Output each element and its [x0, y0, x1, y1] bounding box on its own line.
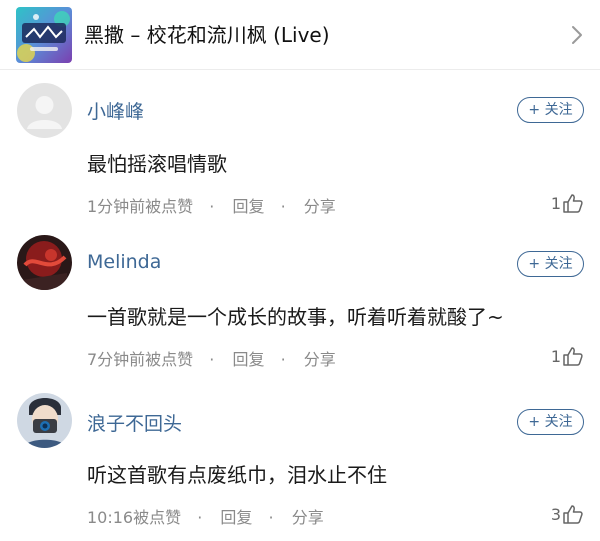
- reply-button[interactable]: 回复: [232, 197, 264, 216]
- comment-text: 听这首歌有点废纸巾，泪水止不住: [87, 463, 387, 487]
- like-button[interactable]: 1: [551, 345, 584, 367]
- chevron-right-icon[interactable]: [568, 24, 586, 46]
- separator: ·: [280, 350, 286, 369]
- liked-time: 7分钟前被点赞: [87, 350, 194, 369]
- like-button[interactable]: 1: [551, 192, 584, 214]
- like-count: 1: [550, 193, 561, 213]
- separator: ·: [197, 508, 203, 527]
- separator: ·: [209, 350, 215, 369]
- like-count: 1: [550, 346, 561, 366]
- username[interactable]: Melinda: [87, 251, 161, 273]
- separator: ·: [268, 508, 274, 527]
- follow-button[interactable]: + 关注: [517, 97, 584, 123]
- thumbs-up-icon: [563, 505, 583, 524]
- thumbs-up-icon: [563, 347, 583, 366]
- liked-time: 1分钟前被点赞: [87, 197, 194, 216]
- like-count: 3: [550, 504, 561, 524]
- song-header[interactable]: 黑撒 – 校花和流川枫 (Live): [0, 0, 600, 70]
- username[interactable]: 小峰峰: [87, 97, 144, 124]
- username[interactable]: 浪子不回头: [87, 409, 182, 436]
- album-cover-image[interactable]: [16, 7, 72, 63]
- comment-item: Melinda + 关注 一首歌就是一个成长的故事，听着听着就酸了~ 7分钟前被…: [0, 235, 600, 385]
- comment-text: 最怕摇滚唱情歌: [87, 152, 227, 176]
- user-avatar[interactable]: [17, 235, 72, 290]
- comment-text: 一首歌就是一个成长的故事，听着听着就酸了~: [87, 305, 504, 329]
- comment-meta: 7分钟前被点赞 · 回复 · 分享: [87, 346, 336, 370]
- follow-button[interactable]: + 关注: [517, 251, 584, 277]
- like-button[interactable]: 3: [551, 503, 584, 525]
- comment-item: 小峰峰 + 关注 最怕摇滚唱情歌 1分钟前被点赞 · 回复 · 分享 1: [0, 82, 600, 232]
- liked-time: 10:16被点赞: [87, 508, 182, 527]
- share-button[interactable]: 分享: [292, 508, 324, 527]
- comment-meta: 1分钟前被点赞 · 回复 · 分享: [87, 193, 336, 217]
- comment-meta: 10:16被点赞 · 回复 · 分享: [87, 504, 324, 528]
- reply-button[interactable]: 回复: [220, 508, 252, 527]
- separator: ·: [209, 197, 215, 216]
- follow-button[interactable]: + 关注: [517, 409, 584, 435]
- user-avatar[interactable]: [17, 83, 72, 138]
- comment-item: 浪子不回头 + 关注 听这首歌有点废纸巾，泪水止不住 10:16被点赞 · 回复…: [0, 393, 600, 541]
- song-title[interactable]: 黑撒 – 校花和流川枫 (Live): [84, 20, 330, 50]
- reply-button[interactable]: 回复: [232, 350, 264, 369]
- separator: ·: [280, 197, 286, 216]
- user-avatar[interactable]: [17, 393, 72, 448]
- share-button[interactable]: 分享: [304, 350, 336, 369]
- share-button[interactable]: 分享: [304, 197, 336, 216]
- thumbs-up-icon: [563, 194, 583, 213]
